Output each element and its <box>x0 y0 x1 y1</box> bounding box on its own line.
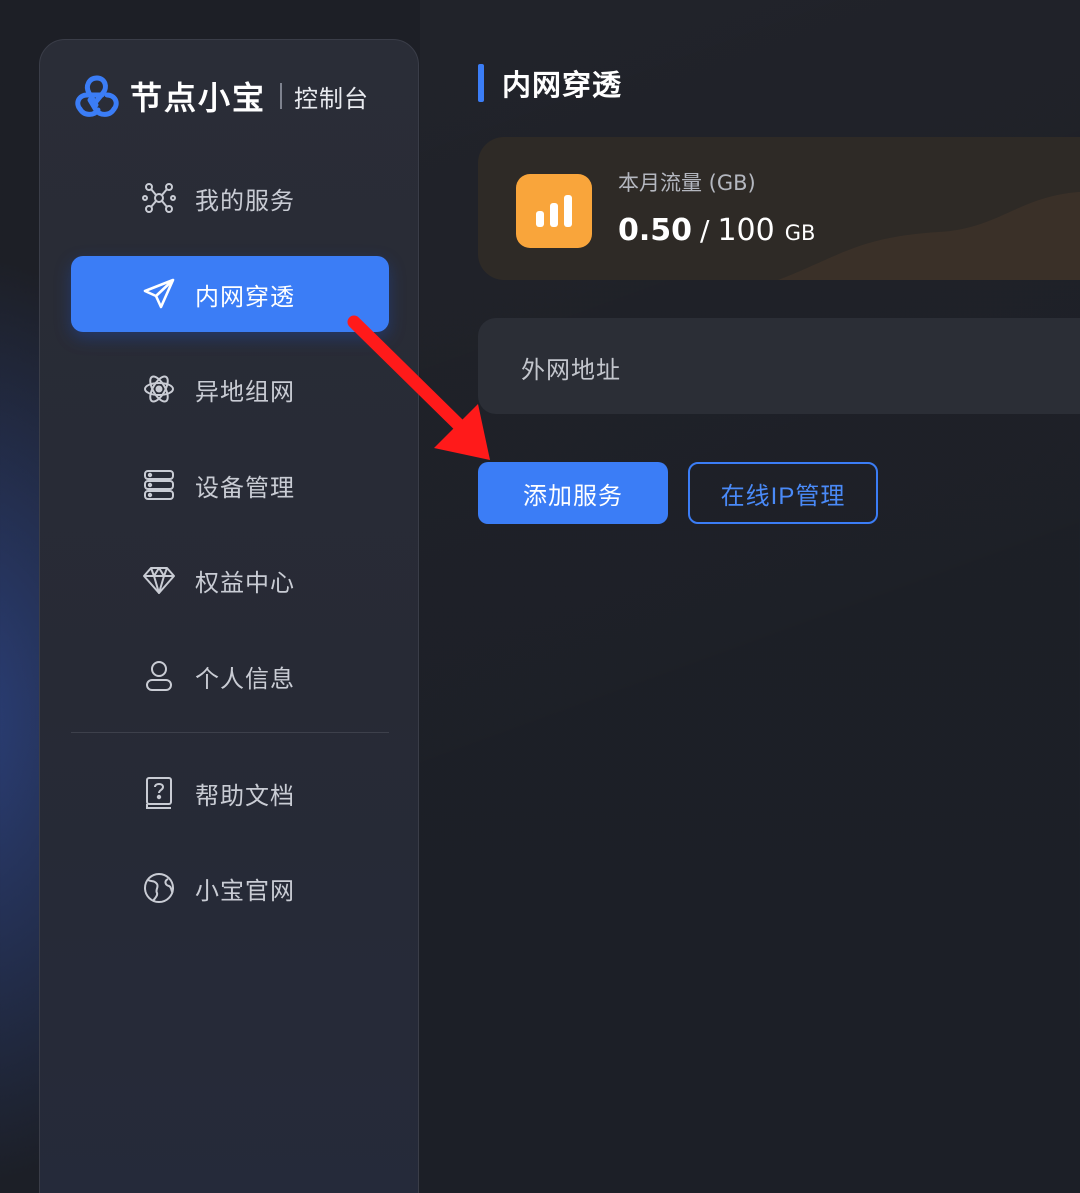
sidebar-item-label: 我的服务 <box>195 186 295 215</box>
paper-plane-icon <box>141 276 177 312</box>
server-stack-icon <box>141 467 177 503</box>
sidebar-item-label: 权益中心 <box>195 568 295 597</box>
page-title-text: 内网穿透 <box>502 68 623 102</box>
sidebar-item-label: 帮助文档 <box>195 781 295 810</box>
network-nodes-icon <box>141 180 177 216</box>
traffic-total: 100 <box>717 213 775 248</box>
diamond-icon <box>141 562 177 598</box>
external-address-label: 外网地址 <box>521 356 621 384</box>
brand-name: 节点小宝 <box>130 79 267 117</box>
title-accent-bar <box>478 64 484 102</box>
traffic-used: 0.50 <box>618 213 693 248</box>
help-book-icon <box>141 775 177 811</box>
atom-orbit-icon <box>141 371 177 407</box>
globe-icon <box>141 870 177 906</box>
sidebar-item-label: 设备管理 <box>195 473 295 502</box>
sidebar: 节点小宝 控制台 我的服务 内网穿透 异地组网 设备管理 权益中心 个人信息 帮… <box>39 39 419 1193</box>
sidebar-item-label: 小宝官网 <box>195 876 295 905</box>
red-pointer-arrow-icon <box>347 315 490 460</box>
traffic-card: 本月流量 (GB) 0.50 / 100 GB <box>478 137 1080 280</box>
external-address-card: 外网地址 <box>478 318 1080 414</box>
page-title: 内网穿透 <box>478 64 622 102</box>
tri-loop-logo-icon <box>72 72 124 120</box>
traffic-separator: / <box>700 214 710 247</box>
brand[interactable]: 节点小宝 控制台 <box>72 70 369 122</box>
sidebar-item-my-services[interactable]: 我的服务 <box>71 160 389 236</box>
sidebar-divider <box>71 732 389 733</box>
sidebar-item-label: 异地组网 <box>195 377 295 406</box>
traffic-unit: GB <box>784 221 816 245</box>
sidebar-item-benefits-center[interactable]: 权益中心 <box>71 542 389 618</box>
sidebar-item-official-site[interactable]: 小宝官网 <box>71 850 389 926</box>
online-ip-management-button[interactable]: 在线IP管理 <box>688 462 878 524</box>
traffic-value: 0.50 / 100 GB <box>618 213 815 248</box>
sidebar-item-label: 个人信息 <box>195 664 295 693</box>
sidebar-item-help-docs[interactable]: 帮助文档 <box>71 755 389 831</box>
traffic-label: 本月流量 (GB) <box>618 171 756 195</box>
brand-separator <box>280 83 283 109</box>
brand-subtitle: 控制台 <box>294 84 370 113</box>
sidebar-item-label: 内网穿透 <box>195 282 295 311</box>
user-icon <box>141 658 177 694</box>
bar-chart-icon <box>516 174 592 248</box>
sidebar-item-personal-info[interactable]: 个人信息 <box>71 638 389 714</box>
